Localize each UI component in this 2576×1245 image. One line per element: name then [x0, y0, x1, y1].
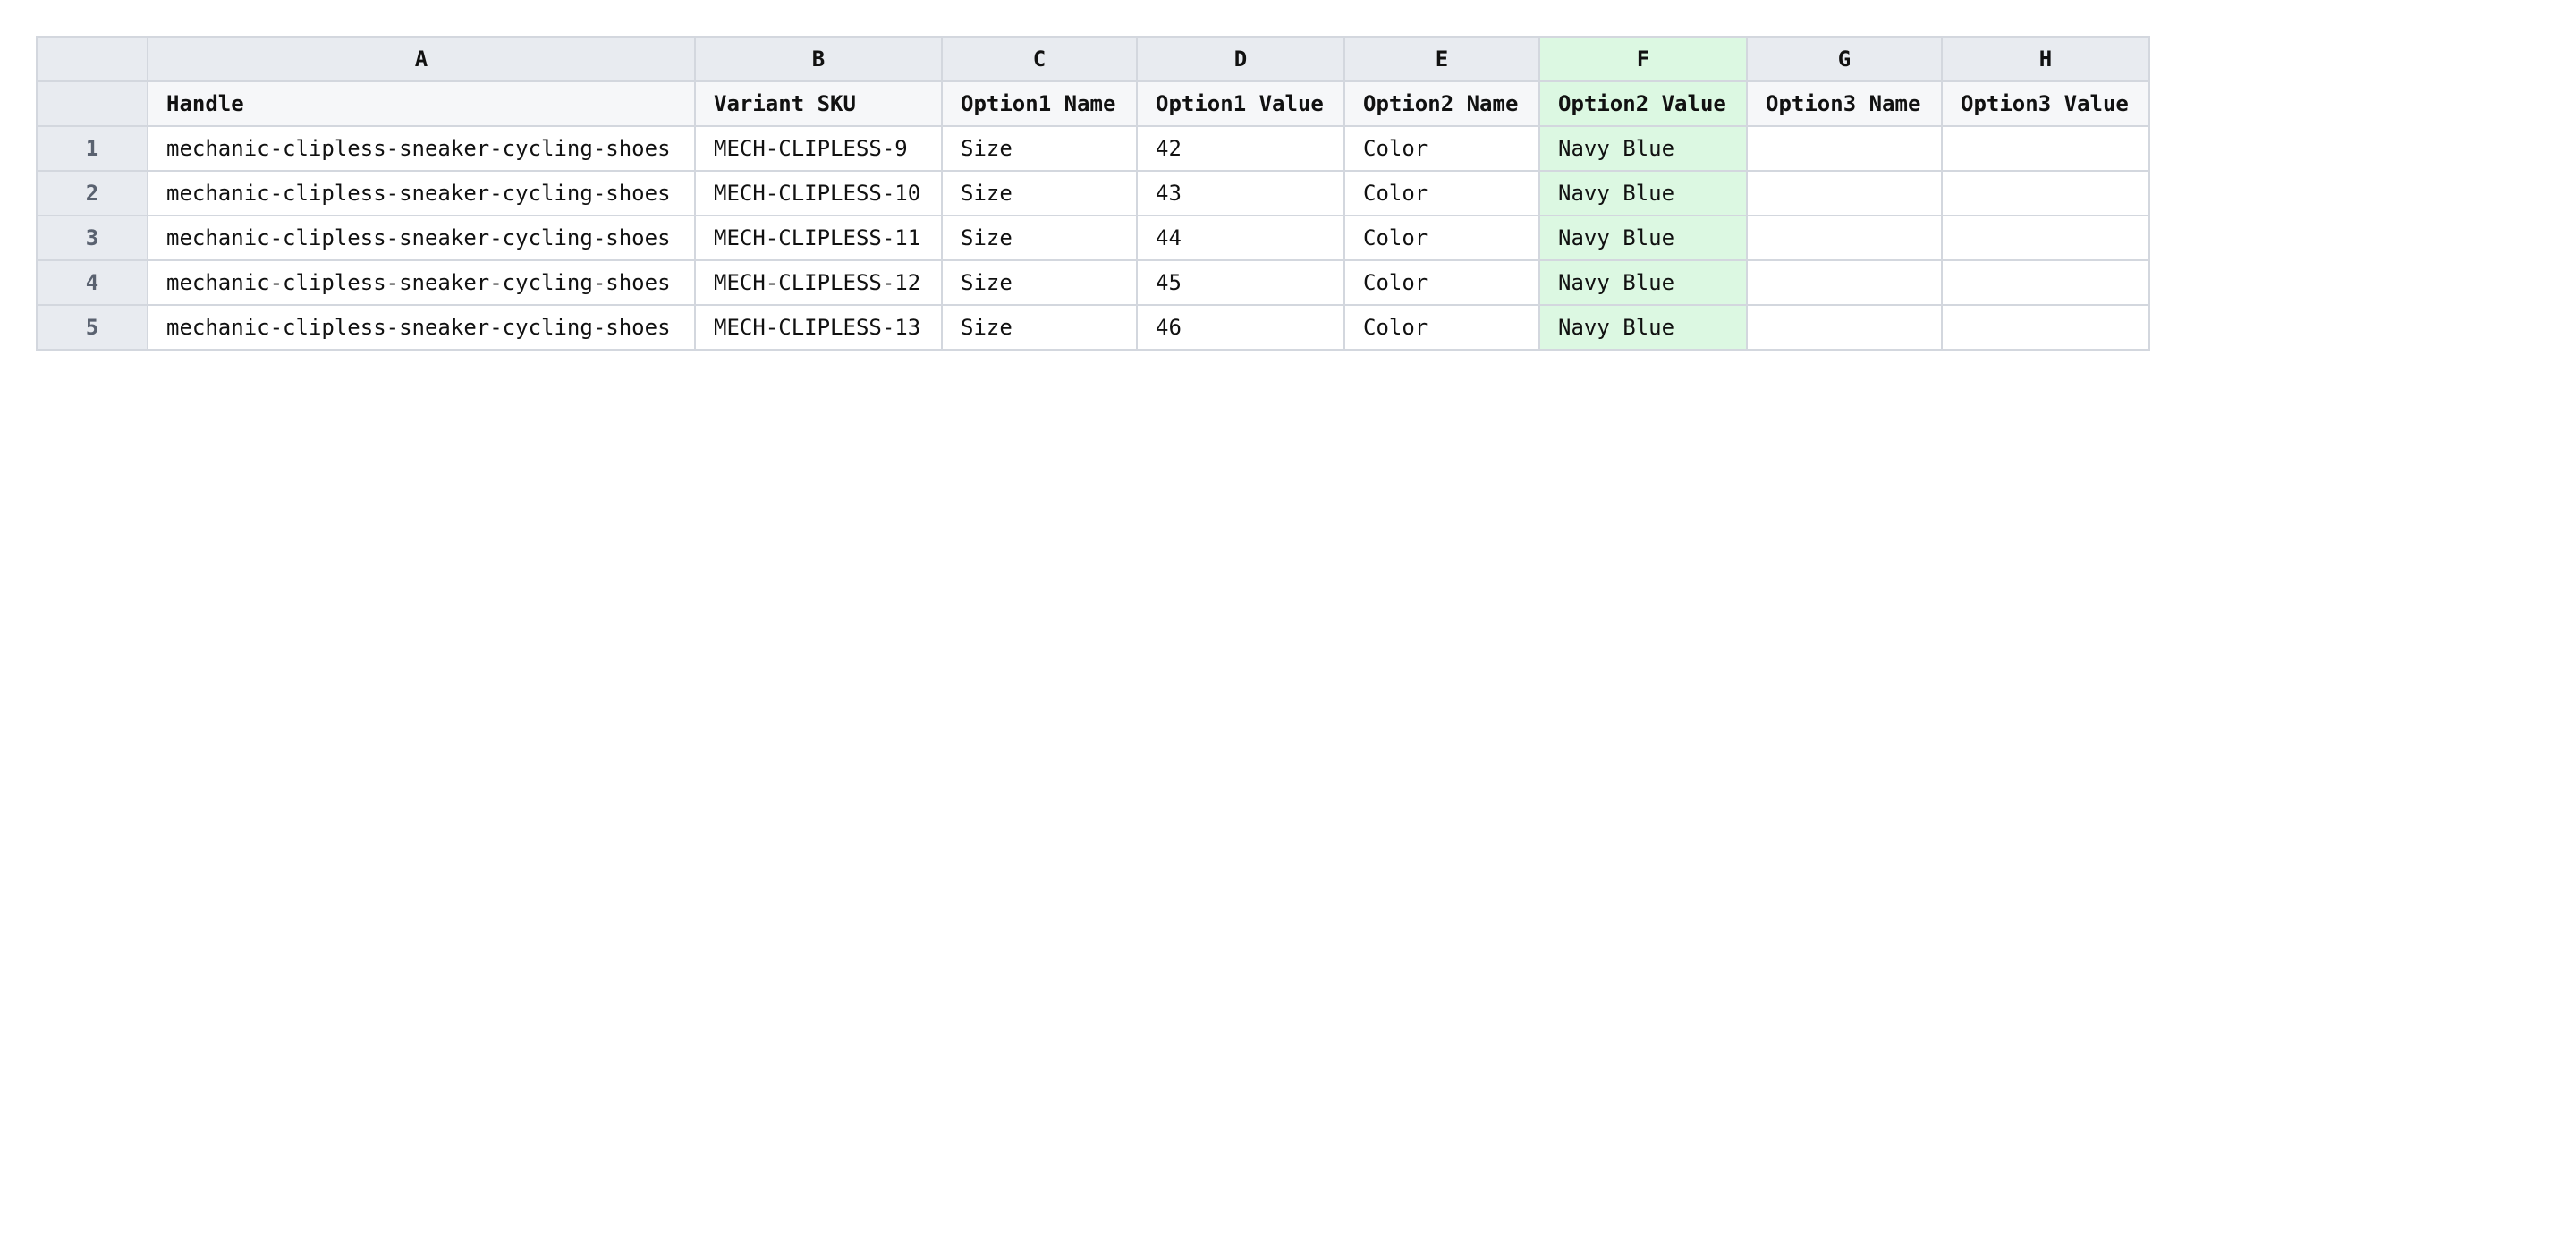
column-header-f[interactable]: F — [1538, 36, 1748, 82]
cell-option2-name[interactable]: Color — [1343, 215, 1540, 261]
header-cell-option3-value[interactable]: Option3 Value — [1941, 80, 2150, 127]
table-row: 4 mechanic-clipless-sneaker-cycling-shoes… — [36, 259, 2150, 306]
column-letter-row: A B C D E F G H — [36, 36, 2150, 82]
cell-option2-name[interactable]: Color — [1343, 259, 1540, 306]
cell-option3-name[interactable] — [1746, 170, 1943, 216]
cell-option3-name[interactable] — [1746, 259, 1943, 306]
cell-option3-value[interactable] — [1941, 259, 2150, 306]
table-row: 1 mechanic-clipless-sneaker-cycling-shoes… — [36, 125, 2150, 172]
cell-option3-name[interactable] — [1746, 125, 1943, 172]
table-row: 5 mechanic-clipless-sneaker-cycling-shoes… — [36, 304, 2150, 351]
header-cell-option3-name[interactable]: Option3 Name — [1746, 80, 1943, 127]
cell-handle[interactable]: mechanic-clipless-sneaker-cycling-shoes — [147, 215, 696, 261]
header-row-number[interactable] — [36, 80, 148, 127]
cell-option1-name[interactable]: Size — [941, 170, 1138, 216]
table-row: 3 mechanic-clipless-sneaker-cycling-shoes… — [36, 215, 2150, 261]
cell-option3-value[interactable] — [1941, 304, 2150, 351]
cell-option1-value[interactable]: 42 — [1136, 125, 1345, 172]
column-header-a[interactable]: A — [147, 36, 696, 82]
cell-handle[interactable]: mechanic-clipless-sneaker-cycling-shoes — [147, 170, 696, 216]
spreadsheet: A B C D E F G H Handle Variant SKU Optio… — [36, 36, 2150, 351]
cell-option1-value[interactable]: 44 — [1136, 215, 1345, 261]
header-row: Handle Variant SKU Option1 Name Option1 … — [36, 80, 2150, 127]
header-cell-option1-value[interactable]: Option1 Value — [1136, 80, 1345, 127]
table-row: 2 mechanic-clipless-sneaker-cycling-shoes… — [36, 170, 2150, 216]
cell-option2-value[interactable]: Navy Blue — [1538, 215, 1748, 261]
cell-option2-name[interactable]: Color — [1343, 125, 1540, 172]
cell-variant-sku[interactable]: MECH-CLIPLESS-11 — [694, 215, 943, 261]
row-number[interactable]: 4 — [36, 259, 148, 306]
cell-option1-name[interactable]: Size — [941, 259, 1138, 306]
cell-handle[interactable]: mechanic-clipless-sneaker-cycling-shoes — [147, 259, 696, 306]
cell-option2-name[interactable]: Color — [1343, 170, 1540, 216]
column-header-c[interactable]: C — [941, 36, 1138, 82]
cell-variant-sku[interactable]: MECH-CLIPLESS-10 — [694, 170, 943, 216]
row-number[interactable]: 1 — [36, 125, 148, 172]
row-number[interactable]: 2 — [36, 170, 148, 216]
cell-option1-value[interactable]: 45 — [1136, 259, 1345, 306]
header-cell-option2-value[interactable]: Option2 Value — [1538, 80, 1748, 127]
cell-variant-sku[interactable]: MECH-CLIPLESS-12 — [694, 259, 943, 306]
header-cell-variant-sku[interactable]: Variant SKU — [694, 80, 943, 127]
cell-variant-sku[interactable]: MECH-CLIPLESS-13 — [694, 304, 943, 351]
cell-variant-sku[interactable]: MECH-CLIPLESS-9 — [694, 125, 943, 172]
cell-option1-name[interactable]: Size — [941, 215, 1138, 261]
select-all-corner[interactable] — [36, 36, 148, 82]
cell-option1-value[interactable]: 43 — [1136, 170, 1345, 216]
cell-option2-value[interactable]: Navy Blue — [1538, 259, 1748, 306]
column-header-g[interactable]: G — [1746, 36, 1943, 82]
cell-option1-name[interactable]: Size — [941, 125, 1138, 172]
cell-option2-name[interactable]: Color — [1343, 304, 1540, 351]
cell-option2-value[interactable]: Navy Blue — [1538, 125, 1748, 172]
cell-handle[interactable]: mechanic-clipless-sneaker-cycling-shoes — [147, 125, 696, 172]
cell-option2-value[interactable]: Navy Blue — [1538, 170, 1748, 216]
cell-option2-value[interactable]: Navy Blue — [1538, 304, 1748, 351]
cell-option3-value[interactable] — [1941, 170, 2150, 216]
header-cell-handle[interactable]: Handle — [147, 80, 696, 127]
row-number[interactable]: 5 — [36, 304, 148, 351]
header-cell-option2-name[interactable]: Option2 Name — [1343, 80, 1540, 127]
column-header-d[interactable]: D — [1136, 36, 1345, 82]
row-number[interactable]: 3 — [36, 215, 148, 261]
column-header-h[interactable]: H — [1941, 36, 2150, 82]
column-header-e[interactable]: E — [1343, 36, 1540, 82]
cell-option1-name[interactable]: Size — [941, 304, 1138, 351]
spreadsheet-grid: A B C D E F G H Handle Variant SKU Optio… — [36, 36, 2150, 351]
cell-option1-value[interactable]: 46 — [1136, 304, 1345, 351]
cell-option3-name[interactable] — [1746, 304, 1943, 351]
cell-option3-value[interactable] — [1941, 215, 2150, 261]
column-header-b[interactable]: B — [694, 36, 943, 82]
cell-handle[interactable]: mechanic-clipless-sneaker-cycling-shoes — [147, 304, 696, 351]
header-cell-option1-name[interactable]: Option1 Name — [941, 80, 1138, 127]
cell-option3-value[interactable] — [1941, 125, 2150, 172]
cell-option3-name[interactable] — [1746, 215, 1943, 261]
